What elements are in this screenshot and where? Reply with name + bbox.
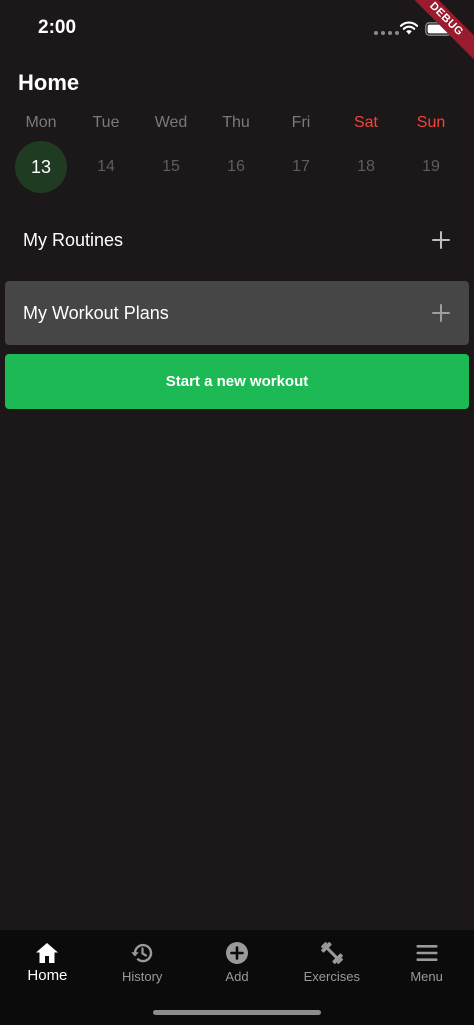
nav-item-add[interactable]: Add <box>190 930 285 990</box>
page-title: Home <box>18 70 80 95</box>
nav-item-exercises[interactable]: Exercises <box>284 930 379 990</box>
day-tue[interactable]: Tue 14 <box>73 108 139 193</box>
nav-label: History <box>121 969 163 984</box>
add-circle-icon <box>225 942 248 964</box>
nav-item-history[interactable]: History <box>95 930 190 990</box>
nav-item-home[interactable]: Home <box>0 930 95 990</box>
signal-icon <box>374 31 399 35</box>
menu-icon <box>416 945 438 961</box>
day-date-selected[interactable]: 13 <box>15 141 67 193</box>
day-date[interactable]: 19 <box>405 141 457 193</box>
dumbbell-icon <box>320 942 343 964</box>
nav-label: Add <box>225 969 249 984</box>
day-date[interactable]: 18 <box>340 141 392 193</box>
add-plan-plus-icon[interactable] <box>431 303 451 323</box>
day-date[interactable]: 15 <box>145 141 197 193</box>
status-bar: 2:00 DEBUG <box>0 0 474 65</box>
start-new-workout-button[interactable]: Start a new workout <box>5 354 469 409</box>
day-mon[interactable]: Mon 13 <box>8 108 74 193</box>
day-sun[interactable]: Sun 19 <box>398 108 464 193</box>
day-date[interactable]: 17 <box>275 141 327 193</box>
home-indicator[interactable] <box>153 1010 321 1015</box>
nav-label: Home <box>27 967 68 984</box>
nav-item-menu[interactable]: Menu <box>379 930 474 990</box>
day-name: Wed <box>154 114 188 131</box>
week-calendar-strip: Mon 13 Tue 14 Wed 15 Thu 16 Fri 17 Sat 1… <box>8 108 464 198</box>
history-icon <box>131 943 153 963</box>
day-name-weekend: Sun <box>416 114 446 131</box>
day-wed[interactable]: Wed 15 <box>138 108 204 193</box>
day-thu[interactable]: Thu 16 <box>203 108 269 193</box>
my-workout-plans-label: My Workout Plans <box>23 302 169 323</box>
nav-label: Exercises <box>303 969 360 984</box>
day-name: Mon <box>25 114 57 131</box>
home-screen: 2:00 DEBUG Home Mon 13 Tue 14 Wed 15 Thu… <box>0 0 474 1025</box>
add-routine-plus-icon[interactable] <box>431 230 451 250</box>
wifi-icon <box>399 21 419 35</box>
day-name: Tue <box>92 114 120 131</box>
status-time: 2:00 <box>38 17 77 38</box>
day-date[interactable]: 16 <box>210 141 262 193</box>
my-routines-row[interactable]: My Routines <box>5 208 469 272</box>
day-sat[interactable]: Sat 18 <box>333 108 399 193</box>
day-name-weekend: Sat <box>353 114 378 131</box>
home-icon <box>36 943 59 963</box>
day-date[interactable]: 14 <box>80 141 132 193</box>
nav-label: Menu <box>410 969 443 984</box>
my-routines-label: My Routines <box>23 229 124 250</box>
my-workout-plans-row[interactable]: My Workout Plans <box>5 281 469 345</box>
day-name: Thu <box>222 114 250 131</box>
day-name: Fri <box>291 114 311 131</box>
day-fri[interactable]: Fri 17 <box>268 108 334 193</box>
